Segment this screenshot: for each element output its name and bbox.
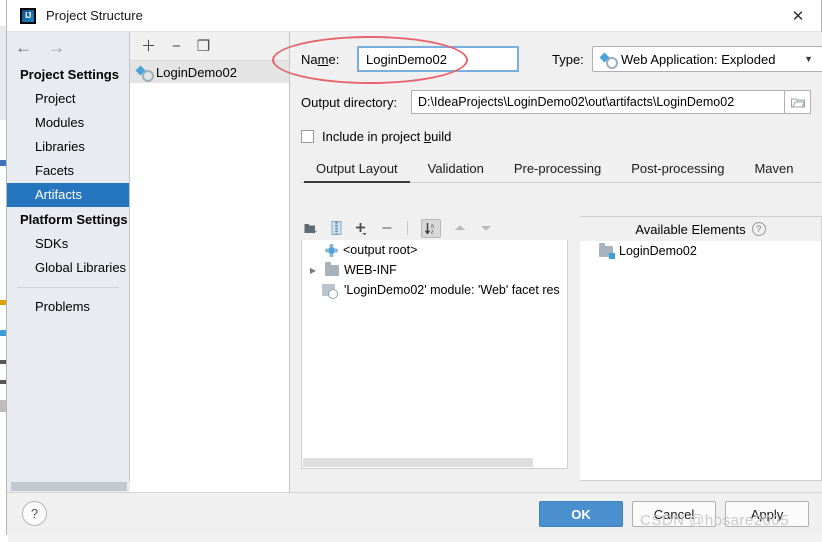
move-down-button[interactable] xyxy=(479,223,493,233)
close-icon[interactable]: ✕ xyxy=(775,0,821,31)
available-elements-pane: Available Elements ? LoginDemo02 xyxy=(580,216,822,481)
copy-artifact-button[interactable]: ❐ xyxy=(197,39,210,54)
remove-artifact-button[interactable]: − xyxy=(172,39,181,54)
footer-buttons: OK Cancel Apply xyxy=(539,501,809,527)
svg-text:+: + xyxy=(313,227,318,235)
dialog-footer: ? OK Cancel Apply xyxy=(7,492,822,535)
dialog-title: Project Structure xyxy=(46,8,143,23)
available-elements-header: Available Elements ? xyxy=(580,217,821,241)
project-structure-dialog: Project Structure ✕ ← → Project Settings… xyxy=(6,0,822,535)
name-input-value: LoginDemo02 xyxy=(366,51,447,67)
add-artifact-button[interactable]: ＋ xyxy=(141,39,156,54)
artifact-list-panel: ＋ − ❐ LoginDemo02 xyxy=(130,32,290,492)
output-root-icon xyxy=(325,243,338,257)
sidebar-group-project-settings: Project Settings xyxy=(20,67,119,82)
output-directory-label: Output directory: xyxy=(301,94,398,110)
sidebar-item-problems[interactable]: Problems xyxy=(7,295,129,319)
output-directory-value: D:\IdeaProjects\LoginDemo02\out\artifact… xyxy=(418,95,735,109)
include-in-project-build-checkbox[interactable] xyxy=(301,130,314,143)
tab-maven[interactable]: Maven xyxy=(739,161,808,182)
artifact-icon xyxy=(137,66,154,82)
artifact-tabs: Output Layout Validation Pre-processing … xyxy=(301,156,821,183)
include-in-project-build-row[interactable]: Include in project build xyxy=(301,129,822,144)
name-label: Name: xyxy=(301,51,340,67)
move-up-button[interactable] xyxy=(453,223,467,233)
create-archive-button[interactable] xyxy=(331,221,342,235)
apply-button[interactable]: Apply xyxy=(725,501,809,527)
tree-row-label: <output root> xyxy=(343,243,418,257)
settings-sidebar: ← → Project Settings Project Modules Lib… xyxy=(7,32,130,492)
sidebar-item-modules[interactable]: Modules xyxy=(7,111,129,135)
tree-row[interactable]: 'LoginDemo02' module: 'Web' facet res xyxy=(302,280,567,300)
sidebar-horizontal-scrollbar[interactable] xyxy=(7,481,130,492)
name-type-row: Name: LoginDemo02 Type: Web Application:… xyxy=(301,45,822,73)
chevron-down-icon: ▼ xyxy=(804,54,813,64)
include-in-project-build-label: Include in project build xyxy=(322,129,452,144)
module-folder-icon xyxy=(599,242,615,259)
artifact-list-toolbar: ＋ − ❐ xyxy=(130,32,289,61)
type-dropdown[interactable]: Web Application: Exploded ▼ xyxy=(592,46,822,72)
sidebar-item-libraries[interactable]: Libraries xyxy=(7,135,129,159)
tree-row[interactable]: ▶ WEB-INF xyxy=(302,260,567,280)
available-elements-title: Available Elements xyxy=(635,221,746,237)
help-icon[interactable]: ? xyxy=(751,222,766,236)
list-item[interactable]: LoginDemo02 xyxy=(580,241,821,261)
output-directory-input[interactable]: D:\IdeaProjects\LoginDemo02\out\artifact… xyxy=(411,90,785,114)
back-arrow-icon[interactable]: ← xyxy=(15,39,32,56)
tree-row-label: 'LoginDemo02' module: 'Web' facet res xyxy=(344,283,560,297)
ok-button[interactable]: OK xyxy=(539,501,623,527)
tree-horizontal-scrollbar[interactable] xyxy=(302,457,567,468)
create-directory-button[interactable]: + xyxy=(304,222,319,235)
cancel-button[interactable]: Cancel xyxy=(632,501,716,527)
sort-alphabetically-button[interactable]: az xyxy=(421,218,441,238)
svg-text:z: z xyxy=(431,229,434,235)
add-copy-button[interactable] xyxy=(354,221,368,235)
sidebar-item-facets[interactable]: Facets xyxy=(7,159,129,183)
type-label: Type: xyxy=(552,51,584,67)
remove-element-button[interactable] xyxy=(380,221,394,235)
artifact-editor-panel: Name: LoginDemo02 Type: Web Application:… xyxy=(290,32,822,515)
tab-pre-processing[interactable]: Pre-processing xyxy=(499,161,616,182)
sidebar-navigation: ← → xyxy=(7,32,129,62)
module-facet-icon xyxy=(322,284,338,299)
sidebar-item-global-libraries[interactable]: Global Libraries xyxy=(7,256,129,280)
output-layout-toolbar: + az xyxy=(301,216,568,240)
dialog-body: ← → Project Settings Project Modules Lib… xyxy=(7,32,822,515)
output-directory-row: Output directory: D:\IdeaProjects\LoginD… xyxy=(301,88,822,116)
web-application-icon xyxy=(601,53,618,69)
toolbar-separator xyxy=(407,221,408,235)
tab-output-layout[interactable]: Output Layout xyxy=(301,161,413,183)
output-layout-split: + az <output root> ▶ WEB-INF 'LoginDemo0… xyxy=(301,216,822,481)
tab-validation[interactable]: Validation xyxy=(413,161,499,182)
sidebar-item-artifacts[interactable]: Artifacts xyxy=(7,183,129,207)
browse-folder-icon[interactable] xyxy=(785,90,811,114)
tree-row-label: WEB-INF xyxy=(344,263,397,277)
intellij-idea-logo-icon xyxy=(20,7,36,24)
sidebar-group-platform-settings: Platform Settings xyxy=(20,212,128,227)
tree-row[interactable]: <output root> xyxy=(302,240,567,260)
sidebar-item-sdks[interactable]: SDKs xyxy=(7,232,129,256)
tree-twisty[interactable]: ▶ xyxy=(306,266,320,275)
name-input[interactable]: LoginDemo02 xyxy=(357,46,519,72)
type-dropdown-value: Web Application: Exploded xyxy=(621,51,776,67)
dialog-titlebar: Project Structure ✕ xyxy=(7,0,821,32)
list-item[interactable]: LoginDemo02 xyxy=(130,61,289,83)
tab-post-processing[interactable]: Post-processing xyxy=(616,161,739,182)
forward-arrow-icon[interactable]: → xyxy=(48,39,65,56)
sidebar-item-project[interactable]: Project xyxy=(7,87,129,111)
output-layout-tree[interactable]: <output root> ▶ WEB-INF 'LoginDemo02' mo… xyxy=(301,240,568,469)
available-element-label: LoginDemo02 xyxy=(619,244,697,258)
folder-icon xyxy=(325,261,339,276)
sidebar-divider xyxy=(17,287,119,288)
output-layout-tree-pane: + az <output root> ▶ WEB-INF 'LoginDemo0… xyxy=(301,216,568,481)
help-button[interactable]: ? xyxy=(22,501,47,526)
artifact-name-label: LoginDemo02 xyxy=(156,64,237,80)
